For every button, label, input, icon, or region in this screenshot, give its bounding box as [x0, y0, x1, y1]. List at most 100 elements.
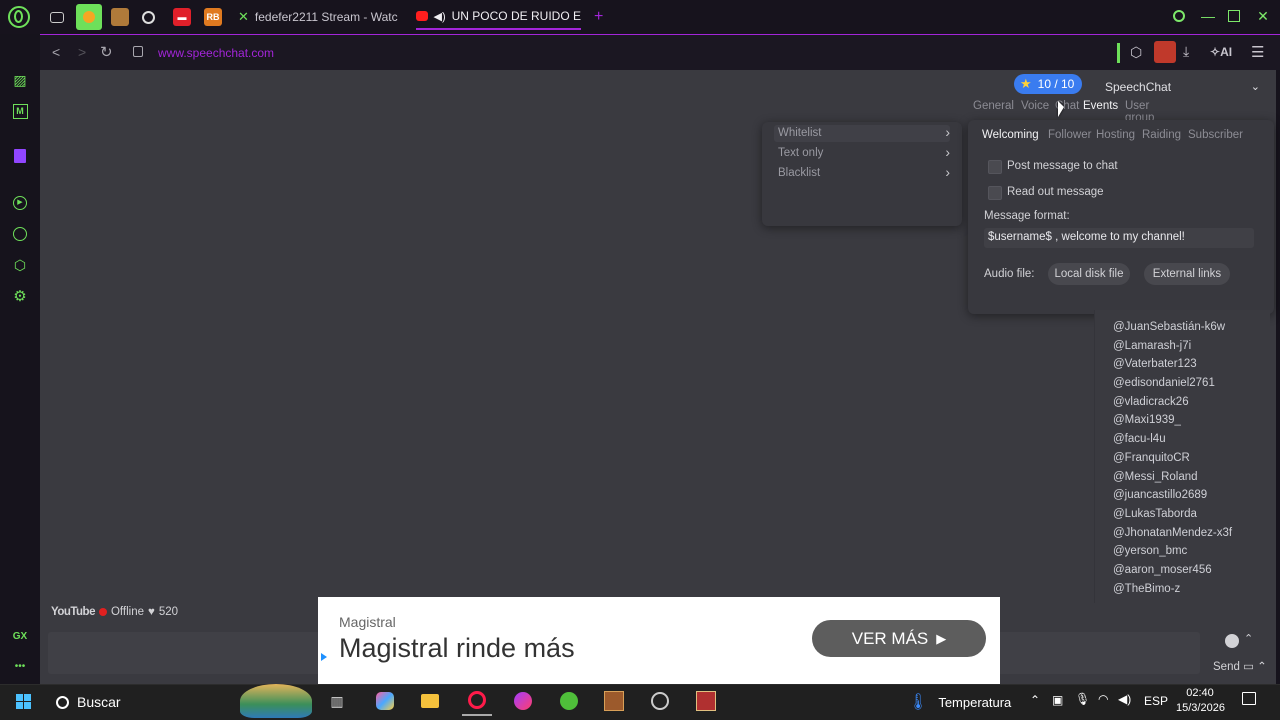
menu-blacklist[interactable]: Blacklist — [778, 167, 820, 179]
user-list-item[interactable]: @edisondaniel2761 — [1095, 374, 1270, 393]
user-list-item[interactable]: @JhonatanMendez-x3f — [1095, 524, 1270, 543]
game-app-icon[interactable] — [599, 686, 629, 716]
user-list-item[interactable]: @Maxi1939_ — [1095, 411, 1270, 430]
event-tab-welcoming[interactable]: Welcoming — [982, 129, 1039, 141]
url-field[interactable]: www.speechchat.com — [158, 46, 274, 60]
opera-gx-logo-icon[interactable] — [8, 6, 30, 28]
menu-text-only[interactable]: Text only — [778, 147, 823, 159]
history-icon[interactable] — [10, 224, 30, 244]
event-tab-subscriber[interactable]: Subscriber — [1188, 129, 1243, 141]
rating-badge[interactable]: ★ 10 / 10 — [1014, 74, 1082, 94]
message-format-input[interactable]: $username$ , welcome to my channel! — [984, 228, 1254, 248]
channel-select[interactable]: SpeechChat ⌄ — [1094, 77, 1270, 97]
user-list-item[interactable]: @Vaterbater123 — [1095, 355, 1270, 374]
obs-icon[interactable] — [645, 686, 675, 716]
tab-voice[interactable]: Voice — [1021, 100, 1049, 112]
search-icon — [56, 695, 69, 709]
user-list-item[interactable]: @aaron_moser456 — [1095, 561, 1270, 580]
rb-icon: RB — [204, 8, 222, 26]
tab-pinned-5[interactable]: ▬ — [173, 4, 191, 30]
menu-whitelist[interactable]: Whitelist — [778, 127, 821, 139]
settings-gear-icon[interactable]: ⚙ — [10, 286, 30, 306]
tab-pinned-6[interactable]: RB — [204, 4, 222, 30]
menu-icon[interactable]: ☰ — [1251, 43, 1264, 61]
m-app-icon[interactable]: M — [10, 101, 30, 121]
user-list-item[interactable]: @JuanSebastián-k6w — [1095, 318, 1270, 337]
tab-pinned-4[interactable] — [142, 4, 160, 30]
reload-icon[interactable]: ↻ — [100, 43, 113, 61]
copilot-icon[interactable] — [370, 686, 400, 716]
clock-date: 15/3/2026 — [1176, 702, 1225, 714]
player-icon[interactable]: ▶ — [10, 193, 30, 213]
user-list-item[interactable]: @LukasTaborda — [1095, 505, 1270, 524]
tray-chevron-up-icon[interactable]: ⌃ — [1030, 693, 1040, 707]
tab-events[interactable]: Events — [1083, 100, 1118, 112]
twitch-icon[interactable] — [10, 146, 30, 166]
opera-gx-taskbar-icon[interactable] — [462, 686, 492, 716]
ad-choices-icon[interactable] — [321, 653, 329, 661]
event-tab-hosting[interactable]: Hosting — [1096, 129, 1135, 141]
extensions-icon[interactable]: ⬡ — [10, 255, 30, 275]
user-list-item[interactable]: @TheBimo-z — [1095, 580, 1270, 599]
game2-app-icon[interactable] — [691, 686, 721, 716]
more-icon[interactable]: ••• — [10, 656, 30, 676]
user-list-item[interactable]: @juancastillo2689 — [1095, 486, 1270, 505]
user-list-item[interactable]: @FranquitoCR — [1095, 449, 1270, 468]
event-tab-raiding[interactable]: Raiding — [1142, 129, 1181, 141]
user-list-item[interactable]: @Messi_Roland — [1095, 468, 1270, 487]
download-icon[interactable]: ⤓ — [1183, 43, 1189, 60]
volume-icon[interactable]: ◀) — [1118, 692, 1131, 706]
tab-active[interactable]: ◀) UN POCO DE RUIDO E — [416, 4, 581, 30]
minimize-button[interactable]: — — [1200, 8, 1216, 24]
forward-button[interactable]: > — [78, 44, 86, 60]
tab-pinned-2[interactable] — [76, 4, 102, 30]
tab-general[interactable]: General — [973, 100, 1014, 112]
taskbar-search[interactable]: Buscar — [50, 688, 230, 716]
user-list-item[interactable]: @facu-l4u — [1095, 430, 1270, 449]
audio-file-label: Audio file: — [984, 268, 1035, 280]
maximize-button[interactable] — [1228, 10, 1240, 22]
post-message-checkbox[interactable] — [988, 160, 1002, 174]
thermometer-icon: 🌡 — [908, 694, 929, 711]
taskbar-search-label: Buscar — [77, 694, 121, 710]
messenger-icon[interactable] — [508, 686, 538, 716]
tape-icon: ▬ — [173, 8, 191, 26]
gx-control-icon[interactable]: ▨ — [10, 70, 30, 90]
ai-button[interactable]: ✧AI — [1210, 45, 1232, 59]
local-disk-button[interactable]: Local disk file — [1048, 263, 1130, 285]
new-tab-button[interactable]: + — [594, 4, 608, 30]
user-list-item[interactable]: @Lamarash-j7i — [1095, 337, 1270, 356]
windows-start-icon[interactable] — [8, 686, 38, 716]
ad-banner[interactable]: Magistral Magistral rinde más VER MÁS ▶ — [318, 597, 1000, 684]
event-tab-follower[interactable]: Follower — [1048, 129, 1091, 141]
back-button[interactable]: < — [52, 44, 60, 60]
search-tabs-icon[interactable] — [1173, 10, 1185, 22]
chevron-up-icon[interactable]: ⌃ — [1244, 632, 1253, 645]
close-button[interactable]: ✕ — [1255, 8, 1271, 24]
file-explorer-icon[interactable] — [415, 686, 445, 716]
tab-pinned-3[interactable] — [111, 4, 129, 30]
tab-stream[interactable]: ✕ fedefer2211 Stream - Watc — [238, 4, 403, 30]
utorrent-icon[interactable] — [554, 686, 584, 716]
send-button[interactable]: Send ▭ ⌃ — [1213, 659, 1267, 673]
ai-label: AI — [1220, 45, 1233, 59]
user-list-item[interactable]: @yerson_bmc — [1095, 542, 1270, 561]
emoji-icon[interactable] — [1225, 634, 1239, 648]
read-out-checkbox[interactable] — [988, 186, 1002, 200]
microphone-icon[interactable]: 🎙 — [1075, 692, 1090, 706]
profile-avatar[interactable] — [1154, 41, 1176, 63]
ad-cta-button[interactable]: VER MÁS ▶ — [812, 620, 986, 657]
tab-pinned-1[interactable] — [50, 4, 68, 30]
clock[interactable]: 02:40 15/3/2026 — [1176, 686, 1225, 716]
extension-puzzle-icon[interactable]: ⬡ — [1130, 44, 1142, 61]
weather-widget[interactable]: 🌡 Temperatura — [908, 692, 1011, 712]
language-indicator[interactable]: ESP — [1144, 694, 1168, 708]
external-links-button[interactable]: External links — [1144, 263, 1230, 285]
notifications-icon[interactable] — [1242, 692, 1256, 705]
ad-brand: Magistral — [339, 614, 396, 630]
user-list-item[interactable]: @vladicrack26 — [1095, 393, 1270, 412]
wifi-icon[interactable]: ◠ — [1098, 692, 1108, 706]
task-view-icon[interactable]: ▥ — [322, 686, 352, 716]
gx-label[interactable]: GX — [10, 626, 30, 646]
camera-icon[interactable]: ▣ — [1052, 693, 1063, 707]
